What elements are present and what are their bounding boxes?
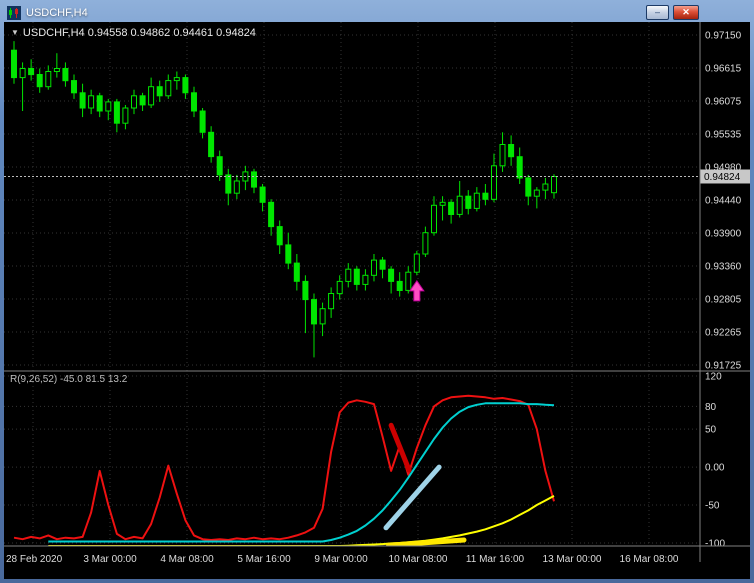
svg-text:-50: -50 xyxy=(705,501,720,512)
svg-text:0.95535: 0.95535 xyxy=(705,130,742,141)
svg-text:0.91725: 0.91725 xyxy=(705,361,742,372)
svg-text:10 Mar 08:00: 10 Mar 08:00 xyxy=(389,554,448,565)
svg-text:0.92805: 0.92805 xyxy=(705,295,742,306)
svg-text:13 Mar 00:00: 13 Mar 00:00 xyxy=(543,554,602,565)
window-title: USDCHF,H4 xyxy=(26,7,88,19)
svg-text:16 Mar 08:00: 16 Mar 08:00 xyxy=(620,554,679,565)
svg-text:0.97150: 0.97150 xyxy=(705,31,742,42)
chart-window-icon xyxy=(7,6,21,20)
svg-text:0.96615: 0.96615 xyxy=(705,64,742,75)
svg-text:9 Mar 00:00: 9 Mar 00:00 xyxy=(314,554,368,565)
chart-plot-area[interactable]: 0.971500.966150.960750.955350.949800.944… xyxy=(4,22,750,579)
symbol-ohlc-header: ▼ USDCHF,H4 0.94558 0.94862 0.94461 0.948… xyxy=(11,27,256,39)
svg-text:0.96075: 0.96075 xyxy=(705,97,742,108)
svg-text:80: 80 xyxy=(705,402,717,413)
svg-text:0.94440: 0.94440 xyxy=(705,196,742,207)
ohlc-text: USDCHF,H4 0.94558 0.94862 0.94461 0.9482… xyxy=(22,27,256,39)
svg-text:0.00: 0.00 xyxy=(705,463,725,474)
svg-text:5 Mar 16:00: 5 Mar 16:00 xyxy=(237,554,291,565)
svg-text:0.93360: 0.93360 xyxy=(705,262,742,273)
svg-text:0.94824: 0.94824 xyxy=(704,172,741,183)
indicator-label: R(9,26,52) -45.0 81.5 13.2 xyxy=(10,374,128,385)
svg-text:50: 50 xyxy=(705,425,717,436)
svg-text:0.93900: 0.93900 xyxy=(705,229,742,240)
mt4-chart-window: USDCHF,H4 – ✕ ▼ USDCHF,H4 0.94558 0.94862… xyxy=(0,0,754,583)
svg-text:11 Mar 16:00: 11 Mar 16:00 xyxy=(466,554,525,565)
chevron-down-icon: ▼ xyxy=(11,28,19,37)
svg-text:120: 120 xyxy=(705,372,722,383)
svg-text:28 Feb 2020: 28 Feb 2020 xyxy=(6,554,63,565)
close-button[interactable]: ✕ xyxy=(673,5,699,20)
svg-text:4 Mar 08:00: 4 Mar 08:00 xyxy=(160,554,214,565)
svg-text:-100: -100 xyxy=(705,539,725,550)
window-titlebar[interactable]: USDCHF,H4 – ✕ xyxy=(4,4,750,22)
chart-client-area: ▼ USDCHF,H4 0.94558 0.94862 0.94461 0.948… xyxy=(4,22,750,579)
svg-text:0.92265: 0.92265 xyxy=(705,328,742,339)
minimize-button[interactable]: – xyxy=(646,5,669,20)
svg-text:3 Mar 00:00: 3 Mar 00:00 xyxy=(83,554,137,565)
